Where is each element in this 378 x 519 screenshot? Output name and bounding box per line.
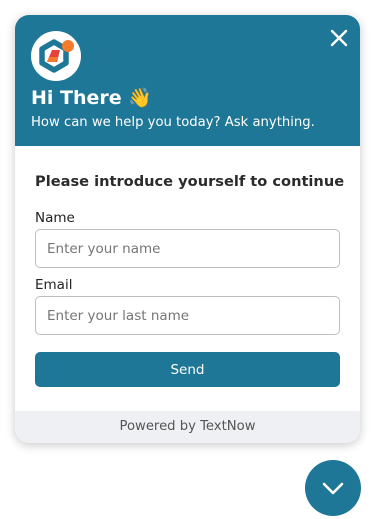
- chat-header: Hi There 👋 How can we help you today? As…: [15, 15, 360, 146]
- chevron-down-icon: [322, 482, 344, 495]
- email-field[interactable]: [35, 296, 340, 335]
- waving-hand-icon: 👋: [128, 87, 152, 109]
- chat-launcher-button[interactable]: [305, 460, 361, 516]
- send-button[interactable]: Send: [35, 352, 340, 387]
- powered-by-footer: Powered by TextNow: [15, 411, 360, 443]
- chat-widget: Hi There 👋 How can we help you today? As…: [15, 15, 360, 443]
- name-field[interactable]: [35, 229, 340, 268]
- close-button[interactable]: [326, 25, 352, 51]
- greeting-subtitle: How can we help you today? Ask anything.: [31, 115, 315, 130]
- brand-logo: [31, 31, 81, 81]
- greeting-text: Hi There: [31, 87, 122, 109]
- greeting-title: Hi There 👋: [31, 86, 152, 109]
- form-title: Please introduce yourself to continue: [35, 173, 345, 190]
- brand-logo-icon: [39, 39, 74, 73]
- name-label: Name: [35, 210, 75, 226]
- close-icon: [330, 29, 348, 47]
- email-label: Email: [35, 277, 73, 293]
